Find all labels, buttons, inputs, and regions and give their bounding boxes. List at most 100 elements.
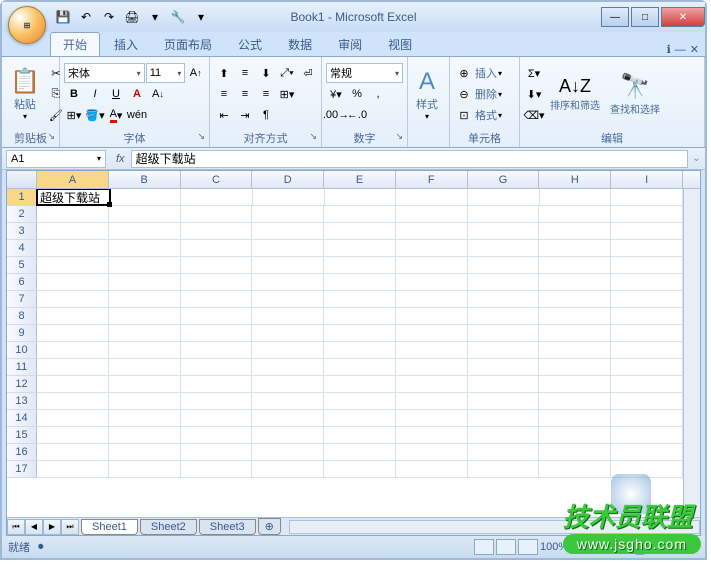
cell[interactable] [468, 359, 540, 375]
cell[interactable] [539, 376, 611, 392]
cell[interactable] [396, 257, 468, 273]
cell[interactable] [396, 308, 468, 324]
cell[interactable] [539, 359, 611, 375]
cell[interactable] [109, 223, 181, 239]
cell[interactable] [252, 393, 324, 409]
row-header[interactable]: 15 [7, 427, 37, 444]
column-header[interactable]: E [324, 171, 396, 188]
cell[interactable] [611, 359, 683, 375]
cell[interactable] [252, 325, 324, 341]
sheet-nav-next-icon[interactable]: ▶ [43, 519, 61, 535]
row-header[interactable]: 10 [7, 342, 37, 359]
number-dialog-icon[interactable]: ↘ [395, 131, 403, 142]
cell[interactable] [468, 410, 540, 426]
cell[interactable] [252, 274, 324, 290]
column-header[interactable]: G [468, 171, 540, 188]
cell[interactable] [37, 376, 109, 392]
cell[interactable] [611, 189, 683, 205]
font-color-button[interactable]: A▾ [106, 105, 126, 125]
cell[interactable]: 超级下载站 [36, 189, 111, 206]
cell[interactable] [181, 393, 253, 409]
page-break-view-icon[interactable] [518, 539, 538, 555]
cell[interactable] [181, 291, 253, 307]
cell[interactable] [37, 257, 109, 273]
insert-cells-button[interactable]: 插入 [475, 65, 497, 81]
cell[interactable] [396, 427, 468, 443]
cell[interactable] [468, 257, 540, 273]
tab-view[interactable]: 视图 [376, 33, 424, 56]
cell[interactable] [109, 410, 181, 426]
cell[interactable] [539, 410, 611, 426]
cell[interactable] [181, 342, 253, 358]
cell[interactable] [324, 393, 396, 409]
cell[interactable] [109, 427, 181, 443]
sheet-tab-2[interactable]: Sheet2 [140, 519, 197, 535]
cell[interactable] [539, 223, 611, 239]
cell[interactable] [611, 257, 683, 273]
cell[interactable] [181, 223, 253, 239]
cell[interactable] [468, 291, 540, 307]
cell[interactable] [37, 427, 109, 443]
tab-data[interactable]: 数据 [276, 33, 324, 56]
rtl-icon[interactable]: ¶ [256, 105, 276, 125]
percent-icon[interactable]: % [347, 84, 367, 104]
fill-color-button[interactable]: 🪣▾ [85, 105, 105, 125]
minimize-ribbon-icon[interactable]: — [675, 44, 686, 56]
horizontal-scrollbar[interactable] [289, 520, 700, 534]
cell[interactable] [539, 274, 611, 290]
minimize-button[interactable]: — [601, 7, 629, 27]
select-all-corner[interactable] [7, 171, 37, 188]
increase-decimal-icon[interactable]: .00→ [326, 105, 346, 125]
cell[interactable] [109, 444, 181, 460]
column-header[interactable]: F [396, 171, 468, 188]
cell[interactable] [539, 444, 611, 460]
cell[interactable] [396, 444, 468, 460]
cell[interactable] [109, 274, 181, 290]
cell[interactable] [468, 189, 540, 205]
row-header[interactable]: 14 [7, 410, 37, 427]
cell[interactable] [396, 206, 468, 222]
cell[interactable] [539, 342, 611, 358]
cell[interactable] [324, 291, 396, 307]
grow-font-icon[interactable]: A↑ [186, 63, 205, 83]
cell[interactable] [252, 359, 324, 375]
underline-button[interactable]: U [106, 84, 126, 104]
cell[interactable] [611, 427, 683, 443]
cell[interactable] [324, 359, 396, 375]
fx-icon[interactable]: fx [110, 153, 131, 165]
cell[interactable] [324, 342, 396, 358]
column-header[interactable]: B [109, 171, 181, 188]
row-header[interactable]: 13 [7, 393, 37, 410]
row-header[interactable]: 8 [7, 308, 37, 325]
align-bottom-icon[interactable]: ⬇ [256, 63, 276, 83]
name-box[interactable]: A1▾ [6, 150, 106, 168]
cell[interactable] [324, 206, 396, 222]
cell[interactable] [252, 257, 324, 273]
cell[interactable] [109, 240, 181, 256]
page-layout-view-icon[interactable] [496, 539, 516, 555]
sheet-tab-3[interactable]: Sheet3 [199, 519, 256, 535]
cell[interactable] [253, 189, 325, 205]
cell[interactable] [396, 189, 468, 205]
cell[interactable] [37, 325, 109, 341]
column-header[interactable]: A [37, 171, 109, 188]
sheet-nav-first-icon[interactable]: ⏮ [7, 519, 25, 535]
decrease-indent-icon[interactable]: ⇤ [214, 105, 234, 125]
cell[interactable] [37, 291, 109, 307]
cell[interactable] [109, 342, 181, 358]
delete-cells-button[interactable]: 删除 [475, 86, 497, 102]
cell[interactable] [181, 410, 253, 426]
cell[interactable] [109, 376, 181, 392]
cell[interactable] [396, 240, 468, 256]
align-dialog-icon[interactable]: ↘ [309, 131, 317, 142]
font-size-combo[interactable]: 11▾ [146, 63, 186, 83]
clipboard-dialog-icon[interactable]: ↘ [47, 131, 55, 142]
cell[interactable] [611, 410, 683, 426]
zoom-in-icon[interactable]: + [693, 541, 699, 553]
delete-cells-icon[interactable]: ⊖ [454, 84, 474, 104]
cell[interactable] [252, 427, 324, 443]
cell[interactable] [468, 325, 540, 341]
cell[interactable] [396, 223, 468, 239]
cell[interactable] [396, 274, 468, 290]
cell[interactable] [539, 461, 611, 477]
